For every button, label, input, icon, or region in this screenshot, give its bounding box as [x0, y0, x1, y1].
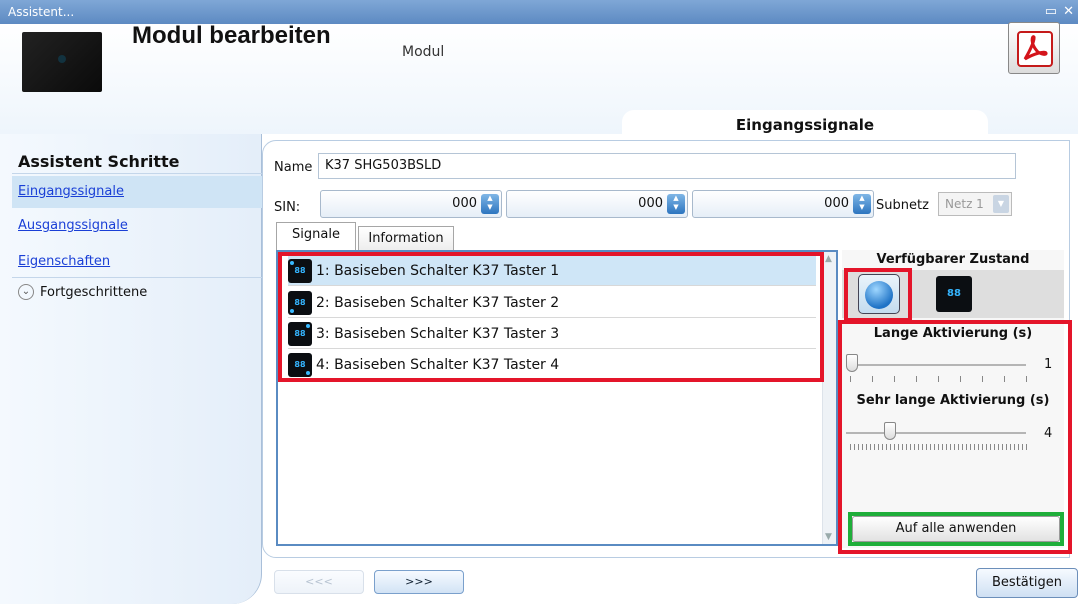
next-button[interactable]: >>> [374, 570, 464, 594]
subnet-label: Subnetz [876, 198, 929, 213]
name-label: Name [274, 160, 313, 175]
sidebar-item-ausgangssignale[interactable]: Ausgangssignale [18, 218, 262, 233]
sin-field-2[interactable]: 000 ▲ ▼ [506, 190, 688, 218]
page-subtitle: Modul [402, 44, 445, 60]
window-titlebar: Assistent... ▭ ✕ [0, 0, 1078, 24]
spinner-arrows-icon[interactable]: ▲ ▼ [481, 194, 499, 214]
sidebar-advanced-toggle[interactable]: ⌄ Fortgeschrittene [18, 284, 147, 300]
close-icon[interactable]: ✕ [1063, 0, 1074, 24]
sidebar-heading: Assistent Schritte [18, 152, 180, 171]
sidebar-item-eigenschaften[interactable]: Eigenschaften [18, 254, 262, 269]
apply-all-highlight [848, 512, 1064, 546]
sidebar-advanced-label: Fortgeschrittene [40, 284, 148, 300]
sidebar-item-eingangssignale[interactable]: Eingangssignale [12, 176, 262, 208]
restore-icon[interactable]: ▭ [1045, 0, 1057, 24]
sidebar-divider [12, 277, 262, 278]
sin-value: 000 [452, 196, 477, 211]
page-title: Modul bearbeiten [132, 22, 331, 49]
pdf-button[interactable] [1008, 22, 1060, 74]
signal-list-highlight [278, 252, 824, 382]
confirm-button[interactable]: Bestätigen [976, 568, 1078, 598]
sidebar-item-label: Eingangssignale [18, 184, 124, 199]
window-controls: ▭ ✕ [1045, 0, 1078, 24]
list-scrollbar[interactable]: ▲ ▼ [822, 252, 836, 544]
tab-information[interactable]: Information [358, 226, 454, 252]
tab-signale[interactable]: Signale [276, 222, 356, 252]
chevron-down-icon: ⌄ [18, 284, 34, 300]
sin-value: 000 [638, 196, 663, 211]
sin-value: 000 [824, 196, 849, 211]
scroll-up-icon[interactable]: ▲ [825, 254, 832, 264]
window-title: Assistent... [8, 5, 75, 19]
name-field[interactable]: K37 SHG503BSLD [318, 153, 1016, 179]
chevron-down-icon: ▼ [993, 195, 1009, 213]
device-led-icon [58, 55, 66, 63]
sin-field-1[interactable]: 000 ▲ ▼ [320, 190, 502, 218]
subnet-value: Netz 1 [945, 197, 984, 211]
scroll-down-icon[interactable]: ▼ [825, 532, 832, 542]
touch-switch-state[interactable]: 88 [936, 276, 972, 312]
pdf-icon [1017, 31, 1053, 67]
sin-field-3[interactable]: 000 ▲ ▼ [692, 190, 874, 218]
section-tab: Eingangssignale [622, 110, 988, 136]
state-button-highlight [844, 268, 912, 322]
sin-label: SIN: [274, 200, 301, 215]
state-panel-heading: Verfügbarer Zustand [876, 252, 1030, 267]
sidebar-divider [12, 173, 262, 174]
subnet-select[interactable]: Netz 1 ▼ [938, 192, 1012, 216]
back-button[interactable]: <<< [274, 570, 364, 594]
spinner-arrows-icon[interactable]: ▲ ▼ [667, 194, 685, 214]
device-image [22, 32, 102, 92]
spinner-arrows-icon[interactable]: ▲ ▼ [853, 194, 871, 214]
